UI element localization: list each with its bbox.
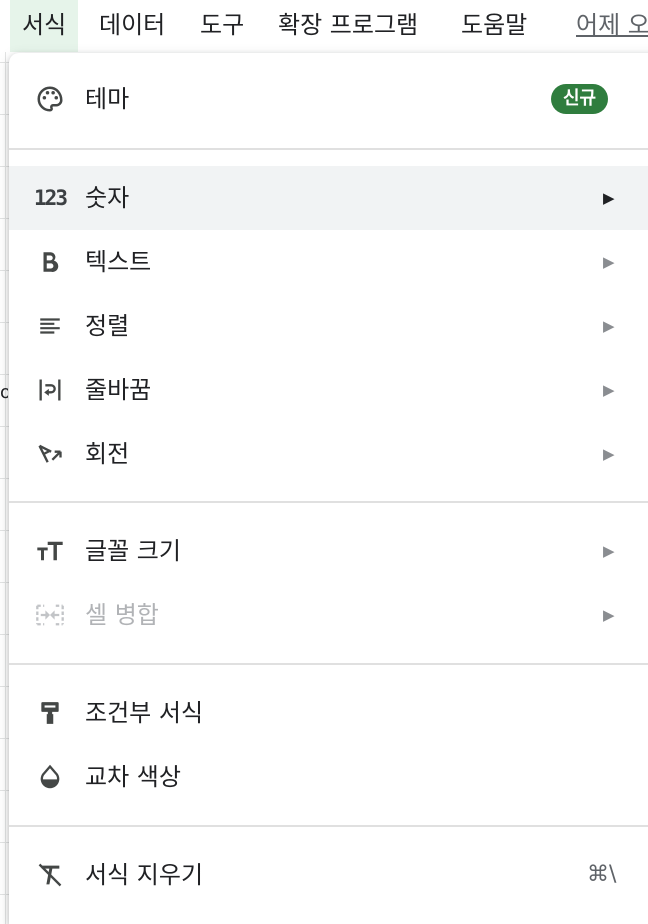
- menu-item-label: 조건부 서식: [85, 699, 204, 727]
- menu-item-label: 서식 지우기: [85, 861, 204, 889]
- last-edit-link[interactable]: 어제 오: [576, 0, 648, 52]
- menu-divider: [9, 663, 648, 665]
- menu-item-label: 텍스트: [85, 248, 152, 276]
- menu-item-label: 회전: [85, 440, 130, 468]
- menu-item-label: 숫자: [85, 184, 130, 212]
- menu-item-merge: 셀 병합 ▶: [9, 583, 648, 647]
- menubar: 서식 데이터 도구 확장 프로그램 도움말 어제 오: [0, 0, 648, 52]
- keyboard-shortcut: ⌘\: [587, 862, 617, 887]
- format-menu-dropdown: 테마 신규 123 숫자 ▶ 텍스트 ▶ 정렬 ▶ 줄바꿈 ▶ 회전 ▶ 글꼴 …: [9, 53, 648, 924]
- submenu-arrow-icon: ▶: [603, 381, 615, 399]
- menu-item-label: 글꼴 크기: [85, 537, 181, 565]
- new-badge: 신규: [551, 84, 609, 114]
- submenu-arrow-icon: ▶: [603, 253, 615, 271]
- menu-item-theme[interactable]: 테마 신규: [9, 67, 648, 131]
- menu-item-font-size[interactable]: 글꼴 크기 ▶: [9, 519, 648, 583]
- text-rotation-icon: [35, 440, 65, 468]
- menu-tools[interactable]: 도구: [200, 0, 244, 52]
- menu-item-label: 정렬: [85, 312, 130, 340]
- menu-extensions[interactable]: 확장 프로그램: [278, 0, 418, 52]
- font-size-icon: [35, 537, 65, 565]
- menu-item-label: 테마: [85, 85, 130, 113]
- menu-divider: [9, 825, 648, 827]
- menu-item-conditional-formatting[interactable]: 조건부 서식: [9, 681, 648, 745]
- merge-cells-icon: [35, 601, 65, 629]
- cell-text-fragment: oa: [0, 382, 8, 403]
- menu-format[interactable]: 서식: [10, 0, 79, 52]
- submenu-arrow-icon: ▶: [603, 445, 615, 463]
- menu-item-rotate[interactable]: 회전 ▶: [9, 422, 648, 486]
- menu-item-label: 줄바꿈: [85, 376, 152, 404]
- menu-item-label: 교차 색상: [85, 763, 181, 791]
- submenu-arrow-icon: ▶: [603, 542, 615, 560]
- menu-item-clear-formatting[interactable]: 서식 지우기 ⌘\: [9, 843, 648, 907]
- text-wrap-icon: [35, 376, 65, 404]
- submenu-arrow-icon: ▶: [603, 317, 615, 335]
- clear-formatting-icon: [35, 861, 65, 889]
- bold-icon: [35, 248, 65, 276]
- menu-divider: [9, 148, 648, 150]
- menu-item-number[interactable]: 123 숫자 ▶: [9, 166, 648, 230]
- number-format-icon: 123: [34, 186, 68, 210]
- paint-roller-icon: [35, 699, 65, 727]
- palette-icon: [35, 85, 65, 113]
- menu-help[interactable]: 도움말: [461, 0, 527, 52]
- menu-item-wrap[interactable]: 줄바꿈 ▶: [9, 358, 648, 422]
- menu-item-text[interactable]: 텍스트 ▶: [9, 230, 648, 294]
- menu-data[interactable]: 데이터: [99, 0, 165, 52]
- submenu-arrow-icon: ▶: [603, 606, 615, 624]
- menu-item-align[interactable]: 정렬 ▶: [9, 294, 648, 358]
- submenu-arrow-icon: ▶: [603, 189, 615, 207]
- menu-item-alternating-colors[interactable]: 교차 색상: [9, 745, 648, 809]
- menu-item-label: 셀 병합: [85, 601, 159, 629]
- align-left-icon: [35, 312, 65, 340]
- color-drop-icon: [35, 763, 65, 791]
- menu-divider: [9, 501, 648, 503]
